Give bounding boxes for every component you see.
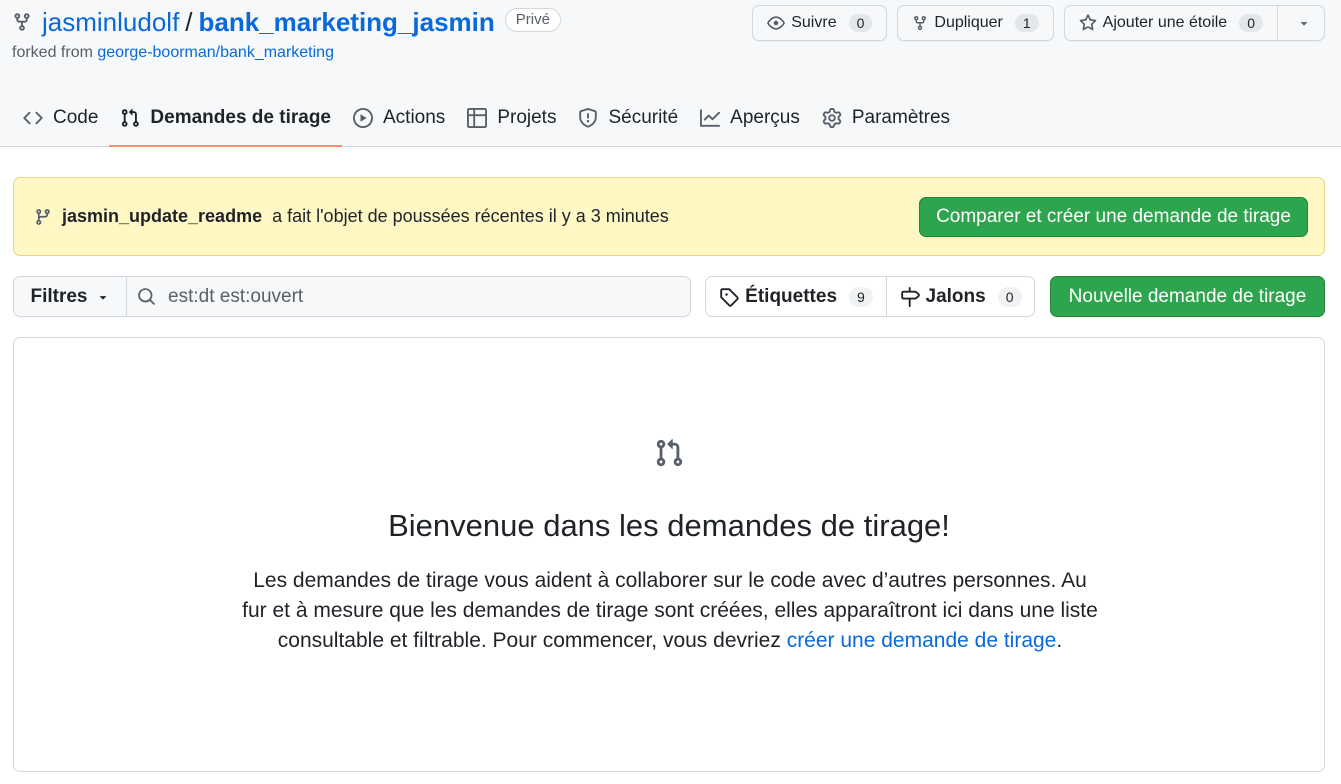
compare-pull-request-button[interactable]: Comparer et créer une demande de tirage xyxy=(919,197,1308,237)
tab-settings[interactable]: Paramètres xyxy=(811,92,961,144)
filters-button[interactable]: Filtres xyxy=(14,277,127,316)
repo-title: jasminludolf / bank_marketing_jasmin Pri… xyxy=(12,6,561,38)
new-pull-request-button[interactable]: Nouvelle demande de tirage xyxy=(1050,276,1325,317)
repo-separator: / xyxy=(185,7,193,37)
labels-button[interactable]: Étiquettes 9 xyxy=(706,277,887,316)
blankslate-text-end: . xyxy=(1056,629,1063,652)
repo-name-link[interactable]: bank_marketing_jasmin xyxy=(199,6,495,38)
tab-actions-label: Actions xyxy=(383,107,446,128)
star-label: Ajouter une étoile xyxy=(1102,14,1228,31)
star-dropdown-button[interactable] xyxy=(1284,6,1324,40)
tab-projects-label: Projets xyxy=(497,107,557,128)
create-pull-request-link[interactable]: créer une demande de tirage xyxy=(787,629,1057,652)
git-branch-icon xyxy=(34,208,52,226)
tab-pull-requests[interactable]: Demandes de tirage xyxy=(109,92,342,147)
watch-button[interactable]: Suivre 0 xyxy=(752,5,888,41)
tab-security-label: Sécurité xyxy=(608,107,679,128)
repo-forked-icon xyxy=(912,15,928,31)
forked-source-link[interactable]: george-boorman/bank_marketing xyxy=(97,44,334,61)
labels-milestones-group: Étiquettes 9 Jalons 0 xyxy=(705,276,1035,317)
code-icon xyxy=(23,108,43,128)
repo-header: jasminludolf / bank_marketing_jasmin Pri… xyxy=(0,0,1341,147)
tab-actions[interactable]: Actions xyxy=(342,92,456,144)
watch-count: 0 xyxy=(848,14,873,32)
search-icon xyxy=(137,287,156,306)
triangle-down-icon xyxy=(1297,16,1311,30)
tag-icon xyxy=(719,287,739,307)
forked-from: forked from george-boorman/bank_marketin… xyxy=(12,44,334,62)
milestones-count: 0 xyxy=(997,286,1022,307)
repo-actions: Suivre 0 Dupliquer 1 Ajouter une étoile … xyxy=(752,5,1325,41)
fork-button[interactable]: Dupliquer 1 xyxy=(897,5,1054,41)
filter-bar: Filtres xyxy=(13,276,691,317)
milestone-icon xyxy=(900,286,920,307)
milestones-button[interactable]: Jalons 0 xyxy=(887,277,1034,316)
search-box xyxy=(127,277,690,316)
repo-forked-icon xyxy=(12,12,32,32)
play-icon xyxy=(353,108,373,128)
recent-push-text: a fait l'objet de poussées récentes il y… xyxy=(272,206,669,226)
filters-label: Filtres xyxy=(30,285,88,307)
blankslate-title: Bienvenue dans les demandes de tirage! xyxy=(388,508,950,543)
git-pull-request-icon xyxy=(120,108,140,128)
tab-code[interactable]: Code xyxy=(12,92,109,144)
star-icon xyxy=(1079,14,1097,32)
repo-owner-link[interactable]: jasminludolf xyxy=(42,6,179,38)
fork-count: 1 xyxy=(1014,14,1039,32)
tab-security[interactable]: Sécurité xyxy=(567,92,689,144)
star-button-group: Ajouter une étoile 0 xyxy=(1063,5,1325,41)
gear-icon xyxy=(822,108,842,128)
tab-insights-label: Aperçus xyxy=(730,107,800,128)
triangle-down-icon xyxy=(96,290,110,304)
visibility-badge: Privé xyxy=(504,8,561,32)
recent-push-banner: jasmin_update_readme a fait l'objet de p… xyxy=(13,177,1325,256)
recent-push-branch[interactable]: jasmin_update_readme xyxy=(62,206,262,227)
tab-projects[interactable]: Projets xyxy=(456,92,567,144)
repo-tabs: Code Demandes de tirage Actions Projets … xyxy=(12,92,961,147)
star-count: 0 xyxy=(1239,14,1263,32)
recent-push-message: jasmin_update_readme a fait l'objet de p… xyxy=(34,206,669,227)
search-input[interactable] xyxy=(168,285,668,308)
tab-code-label: Code xyxy=(53,107,99,128)
labels-label: Étiquettes xyxy=(745,285,838,307)
shield-icon xyxy=(578,108,598,128)
star-button[interactable]: Ajouter une étoile 0 xyxy=(1065,6,1278,40)
watch-label: Suivre xyxy=(791,14,837,31)
graph-icon xyxy=(700,108,721,128)
git-pull-request-icon xyxy=(654,438,684,468)
blankslate-description: Les demandes de tirage vous aident à col… xyxy=(240,566,1100,656)
fork-label: Dupliquer xyxy=(934,14,1003,31)
tab-settings-label: Paramètres xyxy=(851,107,951,128)
eye-icon xyxy=(767,14,786,32)
tab-insights[interactable]: Aperçus xyxy=(689,92,811,144)
milestones-label: Jalons xyxy=(925,285,986,307)
labels-count: 9 xyxy=(849,286,873,307)
table-icon xyxy=(467,108,488,128)
forked-from-label: forked from xyxy=(12,44,93,61)
tab-pull-requests-label: Demandes de tirage xyxy=(150,107,331,128)
blankslate: Bienvenue dans les demandes de tirage! L… xyxy=(13,337,1325,772)
